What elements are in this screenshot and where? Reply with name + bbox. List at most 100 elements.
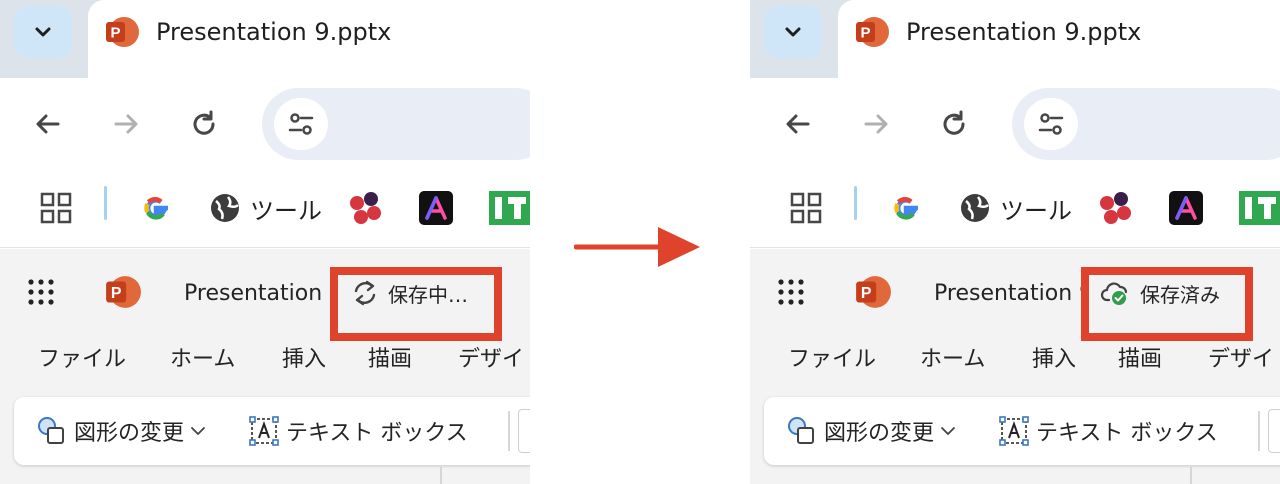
tools-bookmark-label: ツール <box>1000 196 1072 225</box>
text-box-icon <box>999 416 1029 446</box>
address-bar[interactable] <box>262 88 530 160</box>
tab-home[interactable]: ホーム <box>920 341 985 373</box>
bookmarks-bar: ツール <box>750 170 1280 248</box>
address-bar[interactable] <box>1012 88 1280 160</box>
apps-bookmark[interactable] <box>38 188 74 228</box>
globe-icon <box>961 194 989 222</box>
ribbon-toolbar: 図形の変更 テキスト ボックス <box>14 397 530 465</box>
highlight-box <box>330 267 502 341</box>
tab-search-button[interactable] <box>14 6 72 58</box>
chevron-down-icon <box>191 427 205 435</box>
text-box-label: テキスト ボックス <box>286 421 468 446</box>
browser-tab-strip: P Presentation 9.pptx <box>750 0 1280 78</box>
back-button[interactable] <box>778 104 818 144</box>
bookmarks-bar: ツール <box>0 170 530 248</box>
tab-home[interactable]: ホーム <box>170 341 235 373</box>
forward-button[interactable] <box>106 104 146 144</box>
chevron-down-icon <box>785 27 801 37</box>
ribbon-toolbar: 図形の変更 テキスト ボックス <box>764 397 1280 465</box>
text-box-label: テキスト ボックス <box>1036 421 1218 446</box>
green-bookmark[interactable] <box>488 188 530 228</box>
powerpoint-web-app: P Presentation 9 保存中… ファイル ホーム 挿入 描画 デザイ <box>0 249 530 484</box>
slide-pane-divider <box>1190 467 1192 484</box>
bookmarks-separator <box>104 186 107 220</box>
flower-icon <box>350 192 381 224</box>
tab-insert[interactable]: 挿入 <box>282 341 326 373</box>
app-launcher-icon[interactable] <box>26 277 56 307</box>
green-app-icon <box>1239 191 1280 225</box>
tab-design[interactable]: デザイ <box>458 341 524 373</box>
powerpoint-logo-icon: P <box>106 276 141 308</box>
apps-bookmark[interactable] <box>788 188 824 228</box>
browser-toolbar <box>0 78 530 170</box>
adobe-express-icon <box>419 191 453 225</box>
site-info-button[interactable] <box>274 98 328 150</box>
svg-text:P: P <box>861 285 872 302</box>
site-info-button[interactable] <box>1024 98 1078 150</box>
arrow-right-icon <box>574 227 700 267</box>
green-bookmark[interactable] <box>1238 188 1280 228</box>
ribbon-next-control[interactable] <box>1268 409 1280 453</box>
browser-tab-strip: P Presentation 9.pptx <box>0 0 530 78</box>
adobe-bookmark[interactable] <box>418 188 454 228</box>
adobe-express-icon <box>1169 191 1203 225</box>
ribbon-separator <box>508 411 510 451</box>
green-app-icon <box>489 191 530 225</box>
tab-search-button[interactable] <box>764 6 822 58</box>
text-box-button[interactable]: テキスト ボックス <box>998 413 1218 449</box>
powerpoint-icon: P <box>106 17 139 47</box>
ribbon-next-control[interactable] <box>518 409 530 453</box>
highlight-box <box>1081 267 1253 341</box>
ribbon-tabs: ファイル ホーム 挿入 描画 デザイ <box>750 341 1280 385</box>
tune-icon <box>288 113 314 135</box>
browser-tab[interactable]: P Presentation 9.pptx <box>88 0 530 78</box>
tab-file[interactable]: ファイル <box>38 341 126 373</box>
tab-draw[interactable]: 描画 <box>1118 341 1162 373</box>
tab-insert[interactable]: 挿入 <box>1032 341 1076 373</box>
flower-icon <box>1100 192 1131 224</box>
google-icon <box>144 196 168 220</box>
tab-draw[interactable]: 描画 <box>368 341 412 373</box>
after-screenshot: P Presentation 9.pptx ツール P Presentation… <box>750 0 1280 484</box>
google-bookmark[interactable] <box>138 188 174 228</box>
tab-design[interactable]: デザイ <box>1208 341 1274 373</box>
adobe-bookmark[interactable] <box>1168 188 1204 228</box>
document-name[interactable]: Presentation 9 <box>184 281 336 306</box>
powerpoint-logo-icon: P <box>856 276 891 308</box>
change-shape-button[interactable]: 図形の変更 <box>36 413 208 449</box>
shapes-icon <box>788 417 814 444</box>
svg-text:P: P <box>111 285 122 302</box>
arrow-left-icon <box>786 114 810 134</box>
text-box-button[interactable]: テキスト ボックス <box>248 413 468 449</box>
google-bookmark[interactable] <box>888 188 924 228</box>
reload-icon <box>943 110 965 135</box>
tools-bookmark[interactable]: ツール <box>958 188 1072 228</box>
text-box-icon <box>249 416 279 446</box>
document-name[interactable]: Presentation 9 <box>934 281 1086 306</box>
svg-text:P: P <box>860 25 870 42</box>
chevron-down-icon <box>941 427 955 435</box>
reload-button[interactable] <box>184 104 224 144</box>
arrow-right-icon <box>114 114 138 134</box>
google-icon <box>894 196 918 220</box>
tab-file[interactable]: ファイル <box>788 341 876 373</box>
grid-icon <box>790 192 822 224</box>
change-shape-label: 図形の変更 <box>74 421 185 446</box>
change-shape-button[interactable]: 図形の変更 <box>786 413 958 449</box>
browser-tab[interactable]: P Presentation 9.pptx <box>838 0 1280 78</box>
flower-bookmark[interactable] <box>346 188 384 228</box>
tune-icon <box>1038 113 1064 135</box>
reload-button[interactable] <box>934 104 974 144</box>
powerpoint-web-app: P Presentation 9 保存済み ファイル ホーム 挿入 描画 デザイ <box>750 249 1280 484</box>
tab-title: Presentation 9.pptx <box>906 18 1142 46</box>
back-button[interactable] <box>28 104 68 144</box>
app-launcher-icon[interactable] <box>776 277 806 307</box>
tools-bookmark[interactable]: ツール <box>208 188 322 228</box>
chevron-down-icon <box>35 27 51 37</box>
arrow-right-icon <box>864 114 888 134</box>
grid-icon <box>40 192 72 224</box>
flower-bookmark[interactable] <box>1096 188 1134 228</box>
powerpoint-icon: P <box>856 17 889 47</box>
svg-text:P: P <box>110 25 120 42</box>
forward-button[interactable] <box>856 104 896 144</box>
